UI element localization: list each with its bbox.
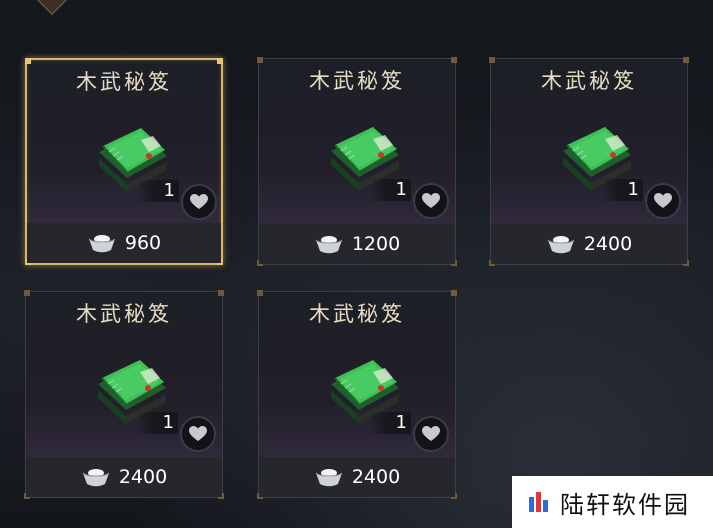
item-price: 2400	[118, 466, 168, 488]
item-name: 木武秘笈	[76, 70, 172, 94]
silver-ingot-icon	[88, 235, 116, 253]
silver-ingot-icon	[82, 469, 110, 487]
favorite-button[interactable]	[413, 416, 449, 452]
favorite-button[interactable]	[180, 416, 216, 452]
item-name: 木武秘笈	[541, 69, 637, 93]
top-ornament	[35, 0, 69, 15]
item-count: 1	[371, 412, 411, 434]
silver-ingot-icon	[315, 469, 343, 487]
heart-icon	[422, 193, 440, 208]
item-name: 木武秘笈	[76, 302, 172, 326]
item-price: 2400	[583, 233, 633, 255]
card-corner	[489, 57, 495, 63]
item-name: 木武秘笈	[309, 69, 405, 93]
card-corner	[217, 58, 223, 64]
card-corner	[218, 290, 224, 296]
item-count: 1	[603, 179, 643, 201]
shop-screen: 木武秘笈 1 960 木武秘笈 1 1200 木武秘笈 1 2400 木武秘笈 …	[0, 0, 713, 528]
shop-item-card[interactable]: 木武秘笈 1 960	[25, 58, 223, 265]
price-bar: 2400	[259, 457, 455, 497]
watermark-logo-icon	[529, 492, 548, 512]
silver-ingot-icon	[315, 236, 343, 254]
card-corner	[451, 57, 457, 63]
shop-item-card[interactable]: 木武秘笈 1 2400	[257, 290, 457, 499]
item-count: 1	[138, 412, 178, 434]
favorite-button[interactable]	[413, 183, 449, 219]
heart-icon	[422, 426, 440, 441]
shop-item-card[interactable]: 木武秘笈 1 2400	[24, 290, 224, 499]
shop-item-card[interactable]: 木武秘笈 1 1200	[257, 57, 457, 266]
watermark: 陆轩软件园	[512, 476, 713, 528]
card-corner	[683, 57, 689, 63]
item-price: 960	[124, 232, 162, 254]
heart-icon	[190, 194, 208, 209]
card-corner	[257, 57, 263, 63]
heart-icon	[654, 193, 672, 208]
silver-ingot-icon	[547, 236, 575, 254]
card-corner	[257, 290, 263, 296]
card-corner	[24, 290, 30, 296]
card-corner	[25, 58, 31, 64]
item-price: 2400	[351, 466, 401, 488]
item-name: 木武秘笈	[309, 302, 405, 326]
watermark-text: 陆轩软件园	[560, 490, 690, 519]
card-corner	[451, 290, 457, 296]
shop-item-card[interactable]: 木武秘笈 1 2400	[489, 57, 689, 266]
price-bar: 2400	[26, 457, 222, 497]
price-bar: 1200	[259, 224, 455, 264]
favorite-button[interactable]	[181, 184, 217, 220]
item-count: 1	[371, 179, 411, 201]
item-price: 1200	[351, 233, 401, 255]
favorite-button[interactable]	[645, 183, 681, 219]
price-bar: 960	[27, 223, 221, 263]
heart-icon	[189, 426, 207, 441]
item-count: 1	[139, 180, 179, 202]
price-bar: 2400	[491, 224, 687, 264]
